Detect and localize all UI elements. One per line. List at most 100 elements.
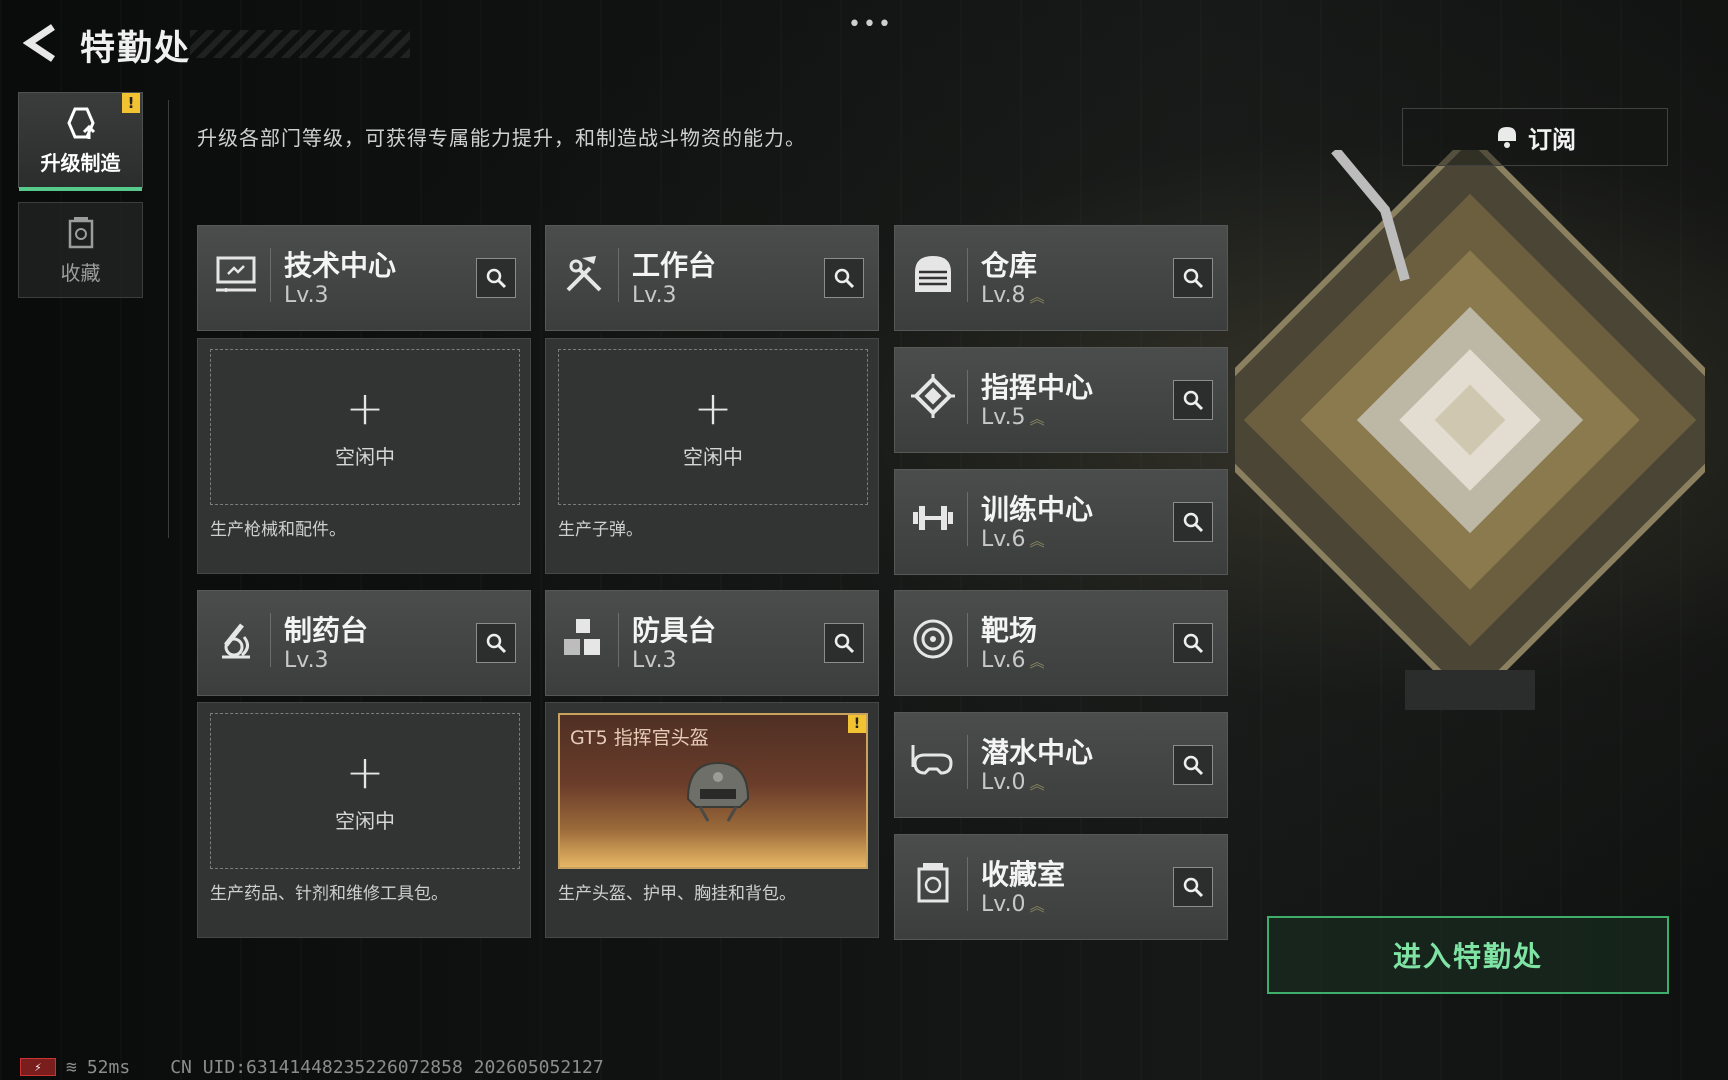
ping-text: 52ms: [86, 1056, 131, 1078]
facility-name: 收藏室: [981, 858, 1066, 891]
computer-icon: [216, 256, 256, 292]
search-button[interactable]: [476, 258, 516, 298]
level-text: Lv.6: [981, 527, 1026, 552]
search-icon: [834, 268, 855, 289]
search-icon: [1183, 512, 1204, 533]
station-name: 技术中心: [284, 249, 397, 282]
collection-icon: [68, 216, 93, 248]
level-text: Lv.0: [981, 892, 1026, 917]
facility-level: Lv.0 ︽: [981, 770, 1045, 795]
facility-card[interactable]: 仓库 Lv.8 ︽: [894, 225, 1228, 331]
empty-slot[interactable]: + 空闲中: [210, 349, 520, 505]
back-arrow-icon: [23, 24, 55, 62]
separator: [618, 248, 619, 302]
cube-artwork: [1235, 150, 1705, 710]
facility-level: Lv.5 ︽: [981, 405, 1045, 430]
search-button[interactable]: [476, 623, 516, 663]
empty-slot[interactable]: + 空闲中: [210, 713, 520, 869]
search-button[interactable]: [824, 623, 864, 663]
wifi-icon: ≋: [66, 1056, 77, 1078]
uid-text: CN UID:63141448235226072858 202605052127: [170, 1056, 604, 1078]
level-text: Lv.0: [981, 770, 1026, 795]
tab-label: 收藏: [60, 260, 101, 285]
search-icon: [1183, 268, 1204, 289]
search-icon: [834, 633, 855, 654]
battery-icon: ⚡: [20, 1058, 56, 1076]
plus-icon: +: [345, 744, 385, 799]
upgrade-chevron-icon: ︽: [1029, 532, 1045, 550]
upgrade-chevron-icon: ︽: [1029, 897, 1045, 915]
plus-icon: +: [693, 380, 733, 435]
enter-special-ops-button[interactable]: 进入特勤处: [1267, 916, 1669, 994]
separator: [967, 492, 968, 546]
separator: [618, 613, 619, 667]
search-icon: [1183, 755, 1204, 776]
back-button[interactable]: [20, 22, 62, 64]
microscope-icon: [222, 623, 250, 659]
level-text: Lv.8: [981, 283, 1026, 308]
warehouse-icon: [915, 256, 951, 292]
search-button[interactable]: [1173, 380, 1213, 420]
warning-badge: !: [848, 715, 866, 733]
facility-card[interactable]: 靶场 Lv.6 ︽: [894, 590, 1228, 696]
warning-badge: !: [122, 93, 140, 113]
search-button[interactable]: [1173, 623, 1213, 663]
separator: [270, 248, 271, 302]
station-card-workbench[interactable]: 工作台 Lv.3: [545, 225, 879, 331]
production-slot-tech-center[interactable]: + 空闲中 生产枪械和配件。: [197, 338, 531, 574]
subscribe-icon: [1498, 127, 1516, 148]
subscribe-label: 订阅: [1528, 125, 1576, 154]
facility-card[interactable]: 训练中心 Lv.6 ︽: [894, 469, 1228, 575]
command-icon: [911, 374, 955, 418]
title-decoration: [190, 30, 410, 58]
tab-favorites[interactable]: 收藏: [18, 202, 143, 298]
plus-icon: +: [345, 380, 385, 435]
separator: [967, 613, 968, 667]
station-card-tech-center[interactable]: 技术中心 Lv.3: [197, 225, 531, 331]
station-card-armor-bench[interactable]: 防具台 Lv.3: [545, 590, 879, 696]
facility-level: Lv.6 ︽: [981, 648, 1045, 673]
search-button[interactable]: [1173, 745, 1213, 785]
production-slot-armor-bench[interactable]: GT5 指挥官头盔 ! 生产头盔、护甲、胸挂和背包。: [545, 702, 879, 938]
facility-card[interactable]: 指挥中心 Lv.5 ︽: [894, 347, 1228, 453]
status-bar: ⚡ ≋ 52ms CN UID:63141448235226072858 202…: [20, 1056, 604, 1078]
slot-status: 空闲中: [335, 808, 395, 833]
station-level: Lv.3: [284, 648, 329, 673]
search-button[interactable]: [824, 258, 864, 298]
production-item-card[interactable]: GT5 指挥官头盔 !: [558, 713, 868, 869]
search-icon: [1183, 633, 1204, 654]
facility-card[interactable]: 潜水中心 Lv.0 ︽: [894, 712, 1228, 818]
facility-name: 训练中心: [981, 493, 1094, 526]
search-button[interactable]: [1173, 502, 1213, 542]
search-button[interactable]: [1173, 258, 1213, 298]
slot-description: 生产子弹。: [558, 520, 643, 540]
search-icon: [486, 633, 507, 654]
station-card-pharmacy[interactable]: 制药台 Lv.3: [197, 590, 531, 696]
empty-slot[interactable]: + 空闲中: [558, 349, 868, 505]
station-level: Lv.3: [284, 283, 329, 308]
facility-name: 靶场: [981, 614, 1038, 647]
slot-status: 空闲中: [335, 444, 395, 469]
tools-icon: [566, 256, 602, 292]
station-level: Lv.3: [632, 283, 677, 308]
more-menu[interactable]: •••: [848, 12, 893, 37]
page-title: 特勤处: [80, 29, 192, 69]
separator: [967, 248, 968, 302]
separator: [967, 370, 968, 424]
facility-level: Lv.0 ︽: [981, 892, 1045, 917]
upgrade-chevron-icon: ︽: [1029, 653, 1045, 671]
subscribe-button[interactable]: 订阅: [1402, 108, 1668, 166]
upgrade-chevron-icon: ︽: [1029, 775, 1045, 793]
search-button[interactable]: [1173, 867, 1213, 907]
production-slot-workbench[interactable]: + 空闲中 生产子弹。: [545, 338, 879, 574]
facility-card[interactable]: 收藏室 Lv.0 ︽: [894, 834, 1228, 940]
upgrade-chevron-icon: ︽: [1029, 288, 1045, 306]
tab-upgrade-craft[interactable]: ! 升级制造: [18, 92, 143, 191]
facility-name: 仓库: [981, 249, 1038, 282]
production-slot-pharmacy[interactable]: + 空闲中 生产药品、针剂和维修工具包。: [197, 702, 531, 938]
separator: [967, 735, 968, 789]
dumbbell-icon: [913, 506, 953, 530]
diving-mask-icon: [911, 745, 953, 775]
search-icon: [1183, 390, 1204, 411]
tab-label: 升级制造: [40, 150, 121, 175]
